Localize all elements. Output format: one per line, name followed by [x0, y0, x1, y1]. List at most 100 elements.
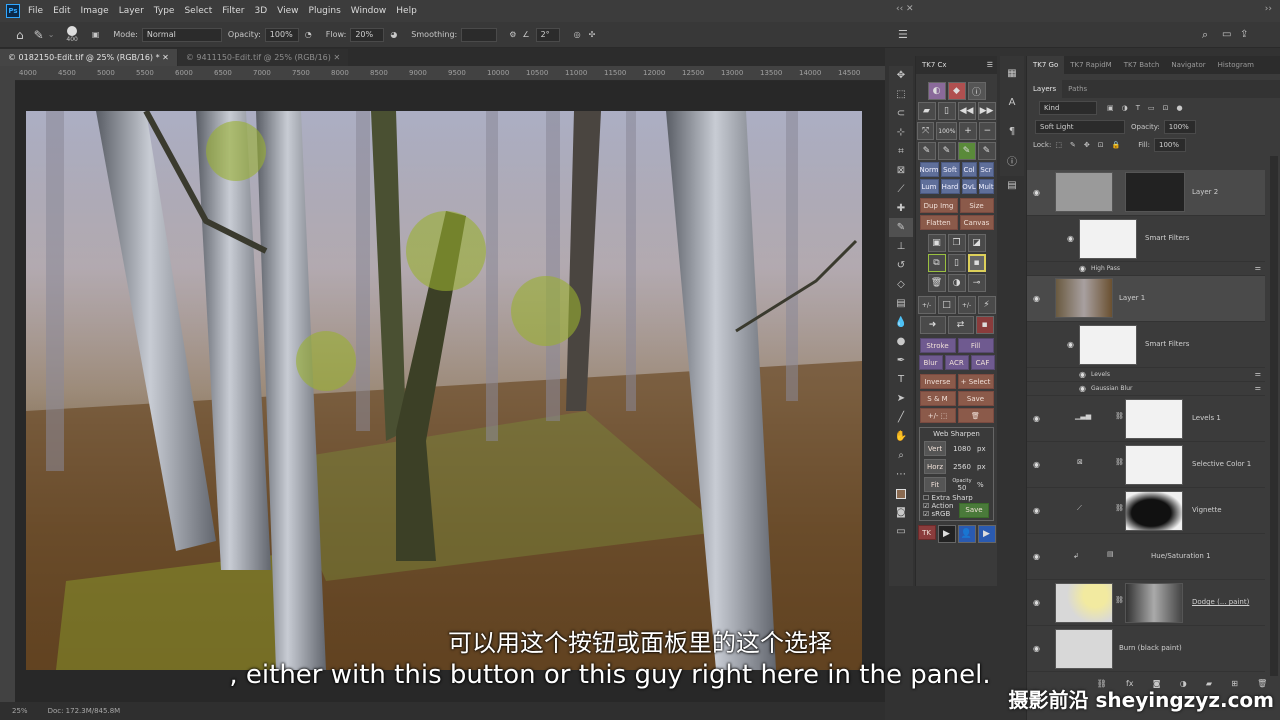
- document-icon[interactable]: ▯: [937, 102, 956, 120]
- screen-mode-icon[interactable]: ▭: [889, 522, 913, 541]
- brush-settings-icon[interactable]: ▣: [92, 30, 100, 39]
- vert-button[interactable]: Vert: [924, 441, 946, 456]
- s-and-m-button[interactable]: S & M: [919, 391, 956, 406]
- character-icon[interactable]: A: [1000, 93, 1024, 112]
- menu-edit[interactable]: Edit: [53, 6, 70, 16]
- smoothing-field[interactable]: [461, 27, 498, 42]
- visibility-eye-icon[interactable]: ◉: [1033, 598, 1040, 607]
- visibility-eye-icon[interactable]: ◉: [1033, 644, 1040, 653]
- pen-tool-icon[interactable]: ✒: [889, 351, 913, 370]
- fit-button[interactable]: Fit: [924, 477, 946, 492]
- size-button[interactable]: Size: [959, 198, 994, 213]
- symmetry-icon[interactable]: ✣: [589, 30, 596, 39]
- flow-field[interactable]: 20%: [350, 27, 385, 42]
- crop-tool-icon[interactable]: ⌗: [889, 142, 913, 161]
- properties-icon[interactable]: ▤: [1000, 176, 1024, 195]
- more-tools-icon[interactable]: ⋯: [889, 465, 913, 484]
- blend-icon[interactable]: ◑: [947, 274, 966, 292]
- filter-shape-icon[interactable]: ▭: [1148, 104, 1155, 112]
- filter-toggle-icon[interactable]: ●: [1177, 104, 1183, 112]
- filter-pixel-icon[interactable]: ▣: [1107, 104, 1114, 112]
- norm-button[interactable]: Norm: [919, 162, 939, 177]
- close-icon[interactable]: ✕: [333, 53, 340, 62]
- layer-row-hue-saturation[interactable]: ◉ ↲ ▤ Hue/Saturation 1: [1027, 534, 1265, 580]
- tab-document-1[interactable]: © 0182150-Edit.tif @ 25% (RGB/16) * ✕: [0, 49, 177, 66]
- line-tool-icon[interactable]: ╱: [889, 408, 913, 427]
- menu-view[interactable]: View: [277, 6, 298, 16]
- dropdown-arrow-icon[interactable]: ⌄: [48, 30, 55, 39]
- close-icon[interactable]: ✕: [162, 53, 169, 62]
- color-swatches-icon[interactable]: [889, 484, 913, 503]
- menu-image[interactable]: Image: [81, 6, 109, 16]
- tab-document-2[interactable]: © 9411150-Edit.tif @ 25% (RGB/16) ✕: [177, 49, 349, 66]
- visibility-eye-icon[interactable]: ◉: [1067, 234, 1074, 243]
- layer-row-layer-1[interactable]: ◉ Layer 1: [1027, 276, 1265, 322]
- airbrush-icon[interactable]: ◕: [390, 30, 397, 39]
- menu-select[interactable]: Select: [184, 6, 212, 16]
- user-icon[interactable]: 👤: [957, 525, 976, 543]
- checkbox[interactable]: ☐: [923, 494, 929, 502]
- arrow-right-icon[interactable]: ➜: [919, 316, 946, 334]
- next-icon[interactable]: ▶: [977, 525, 996, 543]
- tab-tk7-batch[interactable]: TK7 Batch: [1118, 56, 1166, 74]
- mask-icon[interactable]: ◐: [927, 82, 946, 100]
- lum-button[interactable]: Lum: [919, 179, 939, 194]
- layer-copy-icon[interactable]: ❐: [947, 234, 966, 252]
- brush-gray-icon[interactable]: ✎: [977, 142, 996, 160]
- marquee-tool-icon[interactable]: ⬚: [889, 85, 913, 104]
- filter-smart-icon[interactable]: ⊡: [1163, 104, 1169, 112]
- layer-row-high-pass[interactable]: ◉ High Pass ⚌: [1027, 262, 1265, 276]
- layer-row-gaussian-blur[interactable]: ◉ Gaussian Blur ⚌: [1027, 382, 1265, 396]
- layer-row-layer-2[interactable]: ◉ Layer 2: [1027, 170, 1265, 216]
- mode-select[interactable]: Normal: [141, 27, 222, 42]
- eyedropper-tool-icon[interactable]: ⟋: [889, 180, 913, 199]
- fill-button[interactable]: Fill: [957, 338, 994, 353]
- delete-icon[interactable]: 🗑: [927, 274, 946, 292]
- lasso-tool-icon[interactable]: ⊂: [889, 104, 913, 123]
- folder-icon[interactable]: ▰: [917, 102, 936, 120]
- menu-plugins[interactable]: Plugins: [309, 6, 341, 16]
- horizontal-ruler[interactable]: 4000 4500 5000 5500 6000 6500 7000 7500 8000 8500…: [15, 66, 885, 81]
- ovl-button[interactable]: OvL: [961, 179, 977, 194]
- menu-3d[interactable]: 3D: [255, 6, 268, 16]
- zoom-100-button[interactable]: 100%: [936, 122, 958, 140]
- menu-filter[interactable]: Filter: [222, 6, 244, 16]
- layer-fill-field[interactable]: 100%: [1154, 138, 1187, 152]
- checkbox[interactable]: ☑: [923, 510, 929, 518]
- layer-row-smart-filters[interactable]: ◉ Smart Filters: [1027, 216, 1265, 262]
- zoom-out-icon[interactable]: −: [978, 122, 997, 140]
- color-icon[interactable]: ◆: [947, 82, 966, 100]
- blur-tool-icon[interactable]: 💧: [889, 313, 913, 332]
- stamp-tool-icon[interactable]: ⊥: [889, 237, 913, 256]
- layer-row-dodge[interactable]: ◉ ⛓ Dodge (... paint): [1027, 580, 1265, 626]
- pin-icon[interactable]: ⊸: [967, 274, 986, 292]
- frame-tool-icon[interactable]: ⊠: [889, 161, 913, 180]
- plus-select-button[interactable]: + Select: [957, 374, 994, 389]
- checkbox[interactable]: ☑: [923, 502, 929, 510]
- visibility-eye-icon[interactable]: ◉: [1033, 552, 1040, 561]
- dup-img-button[interactable]: Dup Img: [919, 198, 958, 213]
- share-icon[interactable]: ⇪: [1240, 29, 1248, 40]
- panel-menu-icon[interactable]: ☰: [987, 61, 993, 69]
- panel-menu-icon[interactable]: ☰: [898, 28, 908, 41]
- tab-histogram[interactable]: Histogram: [1212, 56, 1260, 74]
- tab-tk7-rapidm[interactable]: TK7 RapidM: [1064, 56, 1117, 74]
- tab-paths[interactable]: Paths: [1062, 80, 1093, 98]
- vertical-ruler[interactable]: [0, 66, 15, 702]
- layer-row-vignette[interactable]: ◉ ⟋ ⛓ Vignette: [1027, 488, 1265, 534]
- layer-opacity-field[interactable]: 100%: [1163, 120, 1196, 134]
- caf-button[interactable]: CAF: [970, 355, 995, 370]
- filter-type-icon[interactable]: T: [1136, 104, 1140, 112]
- layer-mask-button[interactable]: ▪: [967, 254, 986, 272]
- history-brush-icon[interactable]: ↺: [889, 256, 913, 275]
- rewind-icon[interactable]: ◀◀: [957, 102, 976, 120]
- visibility-eye-icon[interactable]: ◉: [1067, 340, 1074, 349]
- quick-select-tool-icon[interactable]: ⊹: [889, 123, 913, 142]
- blur-button[interactable]: Blur: [918, 355, 943, 370]
- quick-mask-icon[interactable]: ◙: [889, 503, 913, 522]
- menu-window[interactable]: Window: [351, 6, 387, 16]
- web-save-button[interactable]: Save: [959, 502, 989, 518]
- visibility-eye-icon[interactable]: ◉: [1079, 370, 1086, 379]
- brush-preset-picker[interactable]: 400: [66, 26, 78, 43]
- info-icon[interactable]: ⓘ: [967, 82, 986, 100]
